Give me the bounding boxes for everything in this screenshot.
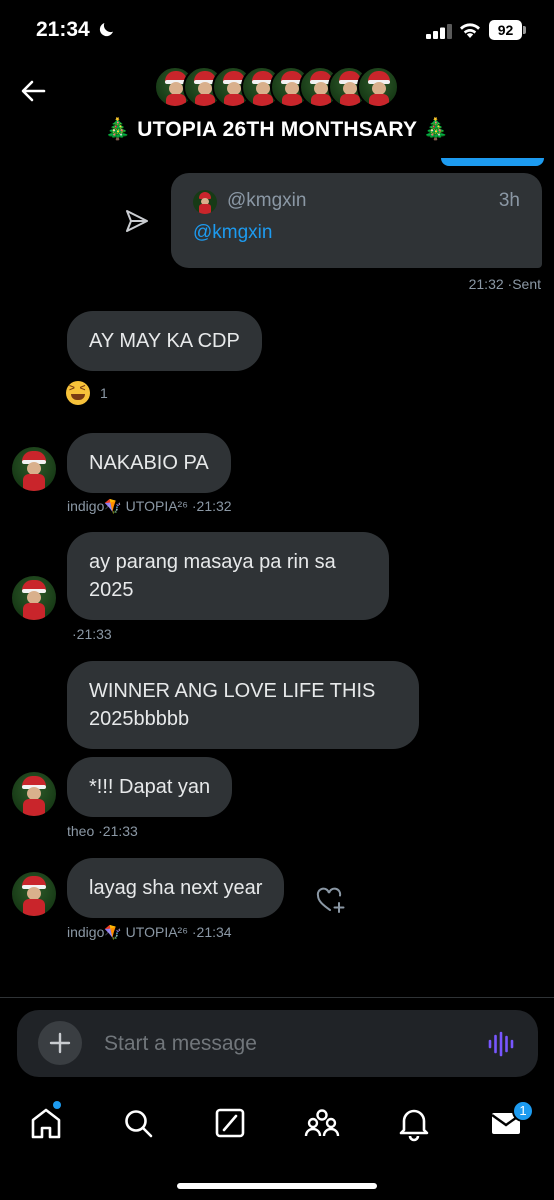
message-bubble[interactable]: AY MAY KA CDP [67, 311, 262, 371]
quote-mention-link[interactable]: @kmgxin [193, 222, 272, 244]
message-bubble[interactable]: layag sha next year [67, 858, 285, 918]
message-bubble[interactable]: ay parang masaya pa rin sa 2025 [67, 532, 389, 620]
reaction[interactable]: 1 [66, 381, 108, 405]
add-media-button[interactable] [38, 1021, 82, 1065]
quote-avatar [193, 190, 217, 214]
plus-icon [49, 1032, 71, 1054]
previous-message-bubble [441, 158, 544, 166]
battery-indicator: 92 [489, 20, 522, 40]
messages-badge: 1 [512, 1100, 534, 1122]
group-title[interactable]: 🎄 UTOPIA 26TH MONTHSARY 🎄 [0, 118, 554, 142]
home-unread-dot [53, 1101, 61, 1109]
avatar[interactable] [12, 772, 56, 816]
signal-icon [426, 24, 452, 39]
message-meta: indigo🪁 UTOPIA²⁶ ·21:32 [67, 498, 232, 514]
voice-message-icon[interactable] [487, 1030, 515, 1058]
avatar[interactable] [12, 576, 56, 620]
home-indicator [177, 1183, 377, 1189]
message-meta: theo ·21:33 [67, 823, 138, 839]
search-icon[interactable] [118, 1103, 158, 1143]
message-bubble[interactable]: *!!! Dapat yan [67, 757, 233, 817]
message-meta: ·21:33 [72, 626, 112, 642]
avatar[interactable] [12, 872, 56, 916]
message-composer [17, 1010, 538, 1077]
laughing-emoji-icon [66, 381, 90, 405]
quote-handle: @kmgxin [227, 190, 307, 211]
shared-post-card[interactable]: @kmgxin 3h @kmgxin [171, 173, 542, 268]
grok-icon[interactable] [210, 1103, 250, 1143]
message-input[interactable] [104, 1010, 464, 1077]
quote-time: 3h [498, 190, 520, 211]
back-arrow-icon[interactable] [18, 76, 48, 106]
communities-icon[interactable] [302, 1103, 342, 1143]
divider [0, 997, 554, 998]
add-reaction-heart-icon[interactable] [315, 886, 347, 914]
message-bubble[interactable]: WINNER ANG LOVE LIFE THIS 2025bbbbb [67, 661, 419, 749]
battery-tip [523, 26, 526, 34]
message-meta: indigo🪁 UTOPIA²⁶ ·21:34 [67, 924, 232, 940]
wifi-icon [460, 23, 480, 38]
status-bar: 21:34 92 [0, 0, 554, 60]
home-icon[interactable] [26, 1103, 66, 1143]
member-avatar [357, 66, 399, 108]
reaction-count: 1 [100, 385, 108, 401]
message-bubble[interactable]: NAKABIO PA [67, 433, 231, 493]
moon-icon [99, 23, 113, 37]
share-icon[interactable] [124, 208, 150, 234]
notifications-bell-icon[interactable] [394, 1103, 434, 1143]
group-avatars[interactable] [154, 66, 402, 110]
sent-meta: 21:32 ·Sent [468, 276, 541, 292]
conversation-header: 🎄 UTOPIA 26TH MONTHSARY 🎄 [0, 60, 554, 166]
avatar[interactable] [12, 447, 56, 491]
status-time: 21:34 [36, 18, 90, 41]
